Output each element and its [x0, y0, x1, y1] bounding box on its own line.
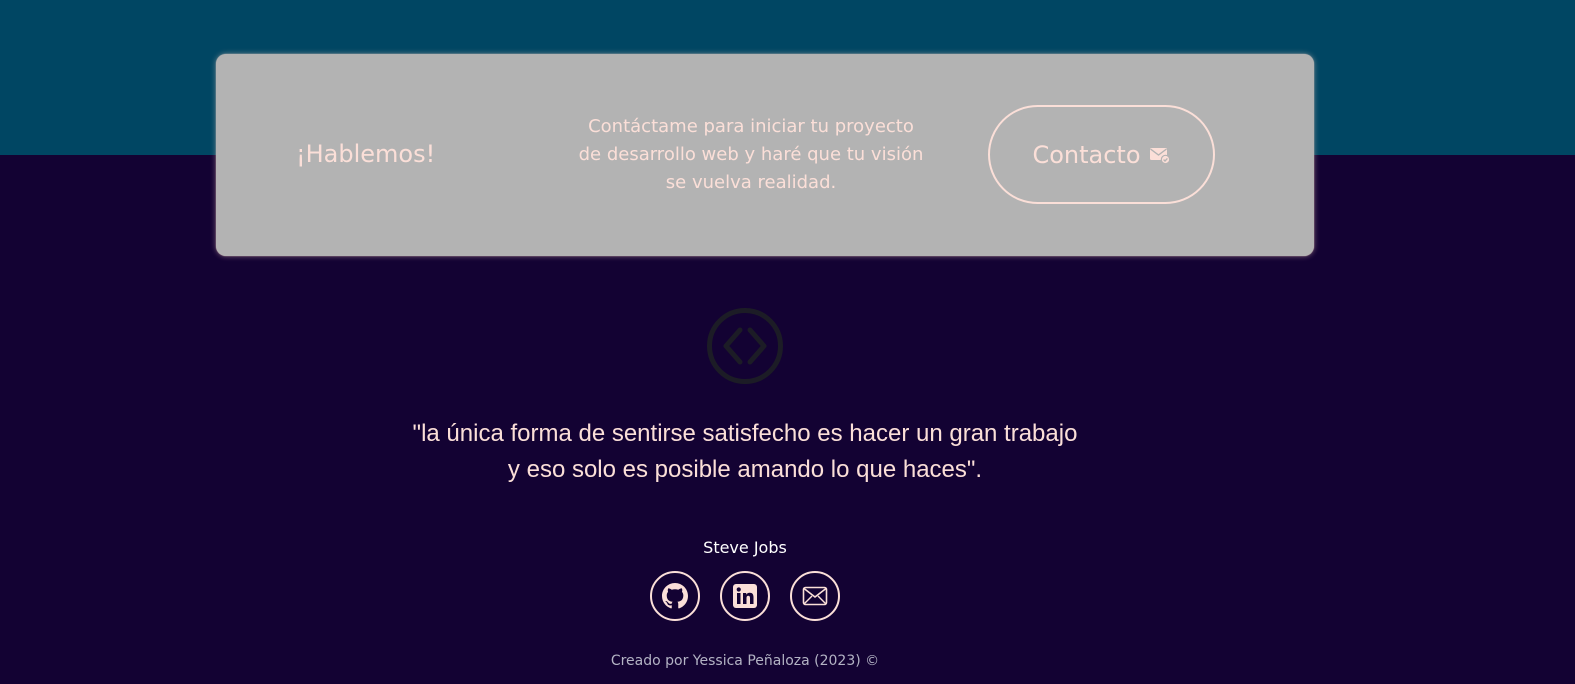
mail-icon — [802, 586, 828, 606]
github-icon — [662, 583, 688, 609]
cta-heading: ¡Hablemos! — [296, 140, 436, 168]
quote-line-1: "la única forma de sentirse satisfecho e… — [412, 420, 1078, 447]
contact-cta-card: ¡Hablemos! Contáctame para iniciar tu pr… — [216, 54, 1314, 256]
quote-line-2: y eso solo es posible amando lo que hace… — [507, 456, 983, 483]
footer-credit: Creado por Yessica Peñaloza (2023) © — [610, 653, 880, 669]
code-logo-icon — [706, 307, 784, 385]
github-link[interactable] — [650, 571, 700, 621]
contact-button[interactable]: Contacto — [988, 105, 1215, 204]
email-link[interactable] — [790, 571, 840, 621]
quote-text: "la única forma de sentirse satisfecho e… — [395, 416, 1095, 488]
mail-check-icon — [1149, 146, 1171, 164]
quote-author: Steve Jobs — [703, 538, 787, 557]
cta-description: Contáctame para iniciar tu proyecto de d… — [578, 116, 924, 193]
linkedin-icon — [732, 583, 758, 609]
contact-button-label: Contacto — [1032, 140, 1141, 169]
linkedin-link[interactable] — [720, 571, 770, 621]
